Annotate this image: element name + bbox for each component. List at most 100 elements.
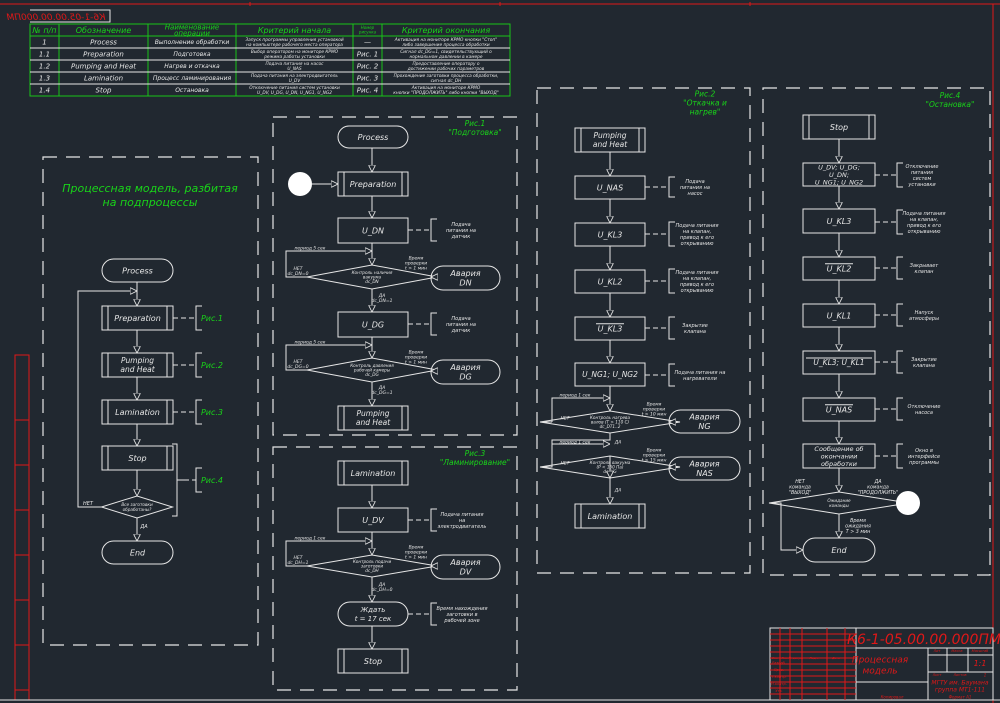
- table-cell: 1: [42, 38, 46, 46]
- label-line: t > 10 мин: [642, 412, 667, 418]
- label-line: Рис.1: [201, 314, 223, 323]
- label-line: Pumping: [594, 131, 627, 140]
- label-line: открыванию: [908, 229, 941, 235]
- table-cell: —: [364, 38, 371, 46]
- title-code: К6-1-05.00.00.000ПМ: [847, 632, 1000, 648]
- label-line: dc_DG=1: [371, 390, 392, 396]
- label-line: Лист: [932, 673, 943, 677]
- label-line: ДА: [873, 479, 881, 485]
- fig4-panel: [762, 87, 991, 576]
- fig1-process-label: Process: [358, 133, 389, 142]
- label-line: Stop: [364, 657, 382, 666]
- role-label: Утв.: [775, 689, 782, 693]
- label-line: U_DV: [289, 78, 302, 84]
- label-line: dc_DN=0: [287, 271, 308, 277]
- fig4-decision-label: Ожидание команды: [827, 498, 851, 508]
- label-line: датчик: [451, 328, 471, 334]
- label-line: датчик: [451, 234, 471, 240]
- fig3-decision-label: Контроль подачи заготовки dc_DH: [353, 559, 392, 573]
- label-line: Подп.: [809, 656, 818, 660]
- fig4-message-label: Сообщение об окончании обработки: [814, 445, 863, 468]
- label-line: Preparation: [350, 180, 397, 189]
- label-line: Stop: [830, 123, 848, 132]
- label-line: Критерий окончания: [402, 26, 490, 35]
- label-line: t > 1 мин: [405, 555, 427, 561]
- fig3-note-wait: Время нахождения заготовки в рабочей зоне: [437, 606, 488, 624]
- sheets-label: Листов: [952, 673, 966, 677]
- label-line: Рис.1: [465, 119, 486, 128]
- label-line: Изм: [772, 656, 779, 660]
- label-line: Preparation: [114, 314, 161, 323]
- fig3-stop-label: Stop: [364, 657, 382, 666]
- fig1-decision-1-label: Контроль наличия вакуума dc_DN: [352, 270, 393, 284]
- fig1-note-dg: Подача питания на датчик: [446, 316, 476, 334]
- wait-time-label: Время ожидания T > 3 мин: [845, 518, 871, 535]
- label-line: ожидания: [845, 525, 871, 530]
- table-cell: 1.4: [39, 86, 50, 94]
- label-line: dc_DN: [365, 279, 379, 284]
- label-line: обработаны?: [123, 507, 153, 512]
- fig4-note-off: Отключение питания систем установки: [906, 164, 939, 188]
- label-line: Процессная модель, разбитая: [62, 182, 238, 195]
- fig3-alarm-dv-label: Авария DV: [449, 558, 480, 576]
- label-line: достижении рабочих параметров: [407, 66, 485, 72]
- fig3-lamination-label: Lamination: [351, 469, 396, 478]
- table-cell: Stop: [96, 86, 112, 94]
- main-stop-label: Stop: [128, 454, 146, 463]
- label-line: dc_DN=1: [371, 298, 392, 304]
- table-cell: Рис. 1: [357, 50, 379, 58]
- table-cell: Процесс ламинирования: [153, 75, 232, 82]
- table-cell: 1.3: [39, 74, 50, 82]
- fig4-end-label: End: [831, 546, 847, 555]
- label-line: электродвигатель: [438, 524, 487, 530]
- table-cell: Нагрев и откачка: [164, 63, 220, 70]
- label-line: рисунка: [358, 30, 377, 35]
- label-line: Дата: [831, 656, 840, 660]
- label-line: команда: [867, 486, 889, 491]
- fig-ref-3: Рис.3: [201, 408, 223, 417]
- label-line: Выполнение обработки: [155, 39, 230, 46]
- check-time-label: Время проверки t > 15 мин: [642, 448, 667, 464]
- label-line: Рис. 2: [357, 62, 379, 70]
- main-preparation-label: Preparation: [114, 314, 161, 323]
- label-line: Рис.2: [201, 361, 223, 370]
- label-line: 1.2: [39, 62, 51, 70]
- scale-value: 1:1: [974, 659, 987, 668]
- flow-arrow: [769, 502, 803, 550]
- main-process-label: Process: [122, 266, 153, 275]
- fig-ref-2: Рис.2: [201, 361, 223, 370]
- label-line: период 1 сек: [559, 393, 590, 399]
- label-line: Формат А1: [949, 694, 972, 699]
- fig2-u-kl2-label: U_KL2: [598, 277, 623, 286]
- table-header: Критерий начала: [258, 26, 331, 35]
- fig1-note-dn: Подача питания на датчик: [446, 222, 476, 240]
- yes-label: ДА dc_DN=1: [371, 293, 392, 304]
- col-label: № докум.: [788, 656, 804, 660]
- copied-label: Копировал: [881, 694, 904, 699]
- check-time-label: Время проверки t > 1 мин: [405, 256, 428, 272]
- table-header: Обозначение: [76, 26, 132, 35]
- label-line: t > 1 мин: [405, 360, 427, 366]
- label-line: Рис. 4: [357, 86, 379, 94]
- table-header: № п/п: [31, 26, 56, 35]
- label-line: период 5 сек: [294, 340, 325, 346]
- label-line: U_KL3: [598, 230, 623, 239]
- label-line: Процессная: [852, 656, 909, 666]
- label-line: Рис. 1: [357, 50, 379, 58]
- label-line: на компьютере рабочего места оператора: [246, 42, 343, 48]
- yes-label: ДА: [614, 440, 622, 446]
- label-line: 1: [42, 38, 46, 46]
- label-line: "Остановка": [926, 100, 975, 109]
- table-cell: Выполнение обработки: [155, 39, 230, 46]
- label-line: Lamination: [351, 469, 396, 478]
- label-line: Рис.3: [465, 449, 486, 458]
- fig1-title: Рис.1 "Подготовка": [448, 119, 501, 137]
- table-cell: Process: [90, 38, 117, 46]
- fig2-note-kl3: Подача питания на клапан, привод к его откр…: [676, 223, 719, 247]
- main-end-label: End: [130, 548, 146, 557]
- label-line: dc_DG=0: [287, 364, 308, 370]
- note-bracket: [430, 312, 437, 336]
- label-line: период 1 сек: [294, 536, 325, 542]
- organization: МГТУ им. Баумана группа МТ1-111: [931, 680, 988, 694]
- label-line: 1.3: [39, 74, 50, 82]
